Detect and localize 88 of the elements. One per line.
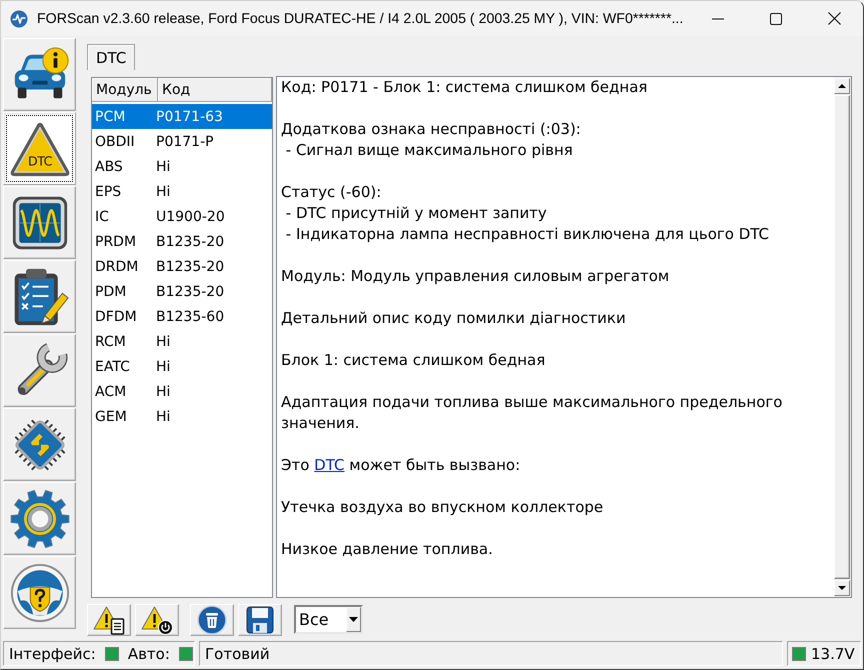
caret-icon [349,617,358,622]
sidebar-button[interactable] [3,186,76,259]
description-text: Утечка воздуха во впускном коллекторе [281,497,604,518]
maximize-icon [770,12,782,24]
list-row[interactable]: DFDM B1235-60 [92,304,272,329]
list-row[interactable]: PDM B1235-20 [92,279,272,304]
dtc-code: B1235-20 [155,284,224,300]
scroll-up-button[interactable] [834,78,850,94]
module-name: RCM [94,334,127,350]
sidebar-button[interactable] [3,334,76,407]
dtc-code: Hi [155,358,170,374]
column-header[interactable]: Код [158,78,272,102]
module-name: GEM [94,408,128,424]
list-row[interactable]: OBDII P0171-P [92,129,272,154]
list-row[interactable]: EATC Hi [92,354,272,379]
module-name: OBDII [94,134,136,150]
module-name: ACM [94,384,128,400]
indicator-label: Авто: [128,644,170,662]
tab[interactable]: DTC [87,44,136,70]
gear-icon [8,488,70,550]
description-text: Блок 1: система слишком бедная [281,350,546,371]
warning-power-icon [140,604,174,634]
scrollbar-thumb[interactable] [834,95,850,579]
indicator-label: Інтерфейс: [9,644,96,662]
list-row[interactable]: PRDM B1235-20 [92,229,272,254]
warning-document-icon [92,604,126,634]
description-text: Детальний опис коду помилки діагностики [281,308,627,329]
list-row[interactable]: RCM Hi [92,329,272,354]
dtc-link[interactable]: DTC [314,456,344,474]
minimize-icon [712,18,724,20]
filter-dropdown[interactable]: Все [294,605,363,634]
dtc-code: Hi [155,334,170,350]
trash-bin-icon [197,604,227,634]
sidebar-button[interactable] [3,260,76,333]
status-message: Готовий [205,644,270,662]
description-text: Адаптация подачи топлива выше максимального предельного значения. [281,392,784,434]
column-header[interactable]: Модуль [92,78,158,102]
dtc-code: P0171-63 [155,108,223,124]
window-title: FORScan v2.3.60 release, Ford Focus DURATEC-HE / I4 2.0L 2005 ( 2003.25 MY ), VIN: WF0*******... [37,10,684,26]
description-text: Низкое давление топлива. [281,539,494,560]
sidebar-button[interactable]: DTC [3,112,76,185]
toolbar-button[interactable] [190,604,234,636]
sidebar-button[interactable] [3,38,76,111]
description-text: - DTC присутній у момент запиту [284,203,548,224]
list-row[interactable]: GEM Hi [92,404,272,429]
list-row[interactable]: DRDM B1235-20 [92,254,272,279]
scroll-down-button[interactable] [834,580,850,596]
up-arrow-icon [838,84,846,88]
list-row[interactable]: EPS Hi [92,179,272,204]
close-icon [828,12,840,25]
sidebar-button[interactable] [3,408,76,481]
description-text: Модуль: Модуль управления силовым агрегатом [281,266,670,287]
description-text: - Сигнал вище максимального рівня [284,140,574,161]
dtc-code: P0171-P [155,134,214,150]
dtc-code: U1900-20 [155,208,225,224]
list-row[interactable]: PCM P0171-63 [92,104,272,129]
module-name: PRDM [94,234,138,250]
toolbar-button[interactable] [87,604,131,636]
module-name: EPS [94,184,122,200]
dtc-code: B1235-60 [155,308,224,324]
toolbar-button[interactable] [238,604,282,636]
description-text: Додаткова ознака несправності (:03): [281,119,582,140]
toolbar-button[interactable] [135,604,179,636]
dtc-code: Hi [155,384,170,400]
dtc-code: B1235-20 [155,258,224,274]
steering-wheel-question-icon [8,562,70,624]
module-name: EATC [94,358,131,374]
down-arrow-icon [838,586,846,590]
module-name: PDM [94,284,128,300]
dtc-code: Hi [155,158,170,174]
module-name: IC [94,208,110,224]
module-name: DRDM [94,258,140,274]
list-row[interactable]: ACM Hi [92,379,272,404]
description-text: Это DTC может быть вызвано: [281,455,522,476]
description-text: Статус (-60): [281,182,382,203]
dtc-code: Hi [155,408,170,424]
pulse-logo-icon [10,10,28,28]
voltage-reading: 13.7V [811,644,855,662]
dtc-code: B1235-20 [155,234,224,250]
list-row[interactable]: IC U1900-20 [92,204,272,229]
description-text: - Індикаторна лампа несправності виключена для цього DTC [284,224,770,245]
dtc-code: Hi [155,184,170,200]
module-name: PCM [94,108,126,124]
list-row[interactable]: ABS Hi [92,154,272,179]
module-name: DFDM [94,308,138,324]
module-name: ABS [94,158,124,174]
oscilloscope-icon [10,194,68,250]
description-text: Код: P0171 - Блок 1: система слишком бедная [281,77,648,98]
